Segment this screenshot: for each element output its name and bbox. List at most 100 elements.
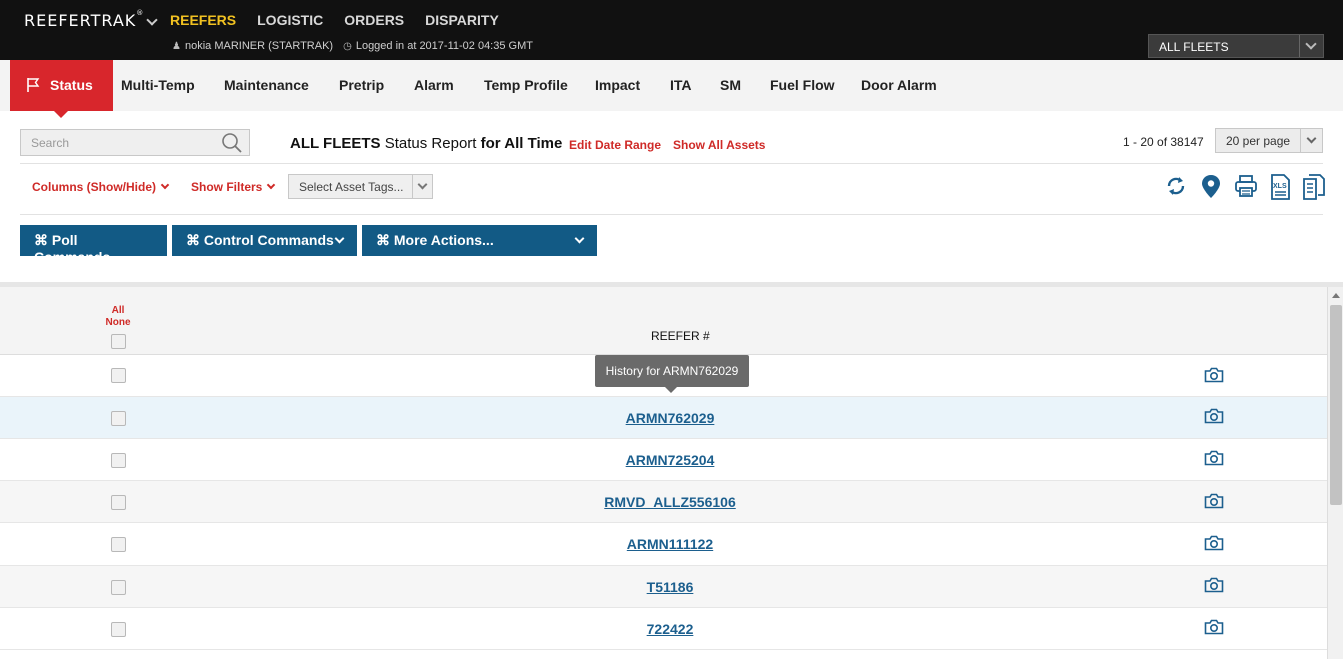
reefer-link[interactable]: RMVD_ALLZ556106 [0,494,1340,510]
search-placeholder: Search [31,136,70,150]
camera-icon[interactable] [1204,408,1224,424]
chevron-down-icon[interactable] [1299,35,1323,57]
report-fleet: ALL FLEETS [290,135,381,152]
reefer-link[interactable]: ARMN725204 [0,452,1340,468]
tab-multi-temp[interactable]: Multi-Temp [121,60,195,111]
select-all-checkbox[interactable] [111,334,126,349]
tab-maintenance[interactable]: Maintenance [224,60,309,111]
table-row: RMVD_ALLZ556106 [0,481,1327,523]
svg-text:XLS: XLS [1273,183,1287,190]
show-all-assets-link[interactable]: Show All Assets [673,138,765,152]
report-title: ALL FLEETS Status Report for All Time [290,135,562,152]
tab-alarm[interactable]: Alarm [414,60,454,111]
select-all-link[interactable]: All [100,305,136,317]
result-count: 1 - 20 of 38147 [1123,135,1204,149]
fleet-select[interactable]: ALL FLEETS [1148,34,1324,58]
brand-logo[interactable]: REEFERTRAK® [24,9,145,30]
flag-icon [27,78,40,92]
control-commands-button[interactable]: ⌘ Control Commands [172,225,357,256]
columns-toggle[interactable]: Columns (Show/Hide) [32,180,170,194]
show-filters-toggle[interactable]: Show Filters [191,180,276,194]
history-tooltip: History for ARMN762029 [595,355,749,393]
per-page-select[interactable]: 20 per page [1215,128,1323,153]
show-filters-label: Show Filters [191,180,263,194]
chevron-down-icon [574,233,585,244]
per-page-value: 20 per page [1226,134,1291,148]
tab-impact[interactable]: Impact [595,60,640,111]
reefer-link[interactable]: 722422 [0,621,1340,637]
topnav-logistic[interactable]: LOGISTIC [257,12,323,28]
refresh-icon[interactable] [1165,174,1187,198]
scroll-up-arrow-icon[interactable] [1332,293,1340,298]
more-actions-button[interactable]: ⌘ More Actions... [362,225,597,256]
asset-tags-select[interactable]: Select Asset Tags... [288,174,433,199]
topnav-orders[interactable]: ORDERS [344,12,404,28]
clock-icon: ◷ [343,40,352,52]
topnav-disparity[interactable]: DISPARITY [425,12,499,28]
table-row: T51186 [0,566,1327,608]
chevron-down-icon[interactable] [1300,129,1322,152]
tab-status[interactable]: Status [10,60,113,118]
xls-export-icon[interactable]: XLS [1269,174,1291,200]
top-bar: REEFERTRAK® REEFERS LOGISTIC ORDERS DISP… [0,0,1343,60]
vertical-scrollbar[interactable] [1327,287,1343,659]
table-row: ARMN725204 [0,439,1327,481]
column-header-reefer[interactable]: REEFER # [651,329,710,343]
chevron-down-icon [267,180,276,190]
copy-icon[interactable] [1303,174,1325,200]
chevron-down-icon[interactable] [412,175,432,198]
divider [20,214,1323,215]
camera-icon[interactable] [1204,577,1224,593]
tab-ita[interactable]: ITA [670,60,692,111]
asset-tags-placeholder: Select Asset Tags... [299,180,404,194]
camera-icon[interactable] [1204,493,1224,509]
toolbar-icons: XLS [1165,174,1325,200]
reefer-link[interactable]: T51186 [0,579,1340,595]
edit-date-range-link[interactable]: Edit Date Range [569,138,661,152]
report-tabs: Status Multi-Temp Maintenance Pretrip Al… [0,60,1343,118]
table-header [0,287,1327,355]
tab-door-alarm[interactable]: Door Alarm [861,60,937,111]
select-none-link[interactable]: None [100,317,136,329]
user-icon: ♟ [172,40,181,52]
camera-icon[interactable] [1204,619,1224,635]
user-info: ♟ nokia MARINER (STARTRAK) ◷ Logged in a… [172,40,533,52]
brand-name: REEFERTRAK [24,11,137,30]
search-input[interactable]: Search [20,129,250,156]
reefer-link[interactable]: ARMN111122 [0,536,1340,552]
report-range: for All Time [480,135,563,152]
divider [20,163,1323,164]
poll-commands-button[interactable]: ⌘ Poll Commands [20,225,167,265]
user-name: nokia MARINER (STARTRAK) [184,40,334,52]
camera-icon[interactable] [1204,367,1224,383]
brand-mark: ® [136,9,145,17]
table-row: ARMN111122 [0,523,1327,566]
camera-icon[interactable] [1204,450,1224,466]
table-row: 722422 [0,608,1327,650]
more-actions-label: ⌘ More Actions... [376,232,494,248]
login-time: Logged in at 2017-11-02 04:35 GMT [355,40,533,52]
search-icon[interactable] [221,132,243,154]
scrollbar-thumb[interactable] [1330,305,1342,505]
chevron-down-icon [160,180,170,190]
report-name: Status Report [384,135,477,152]
tab-label: Status [50,77,93,93]
tab-pretrip[interactable]: Pretrip [339,60,384,111]
reefer-link[interactable]: ARMN762029 [0,410,1340,426]
tab-fuel-flow[interactable]: Fuel Flow [770,60,835,111]
map-pin-icon[interactable] [1201,174,1221,200]
control-commands-label: ⌘ Control Commands [186,232,334,248]
brand-chevron-down-icon[interactable] [146,14,158,26]
print-icon[interactable] [1234,174,1258,198]
table-row: ARMN762029 [0,397,1327,439]
camera-icon[interactable] [1204,535,1224,551]
fleet-select-value: ALL FLEETS [1159,40,1229,54]
chevron-down-icon [334,233,345,244]
columns-toggle-label: Columns (Show/Hide) [32,180,156,194]
tab-temp-profile[interactable]: Temp Profile [484,60,568,111]
row-checkbox[interactable] [111,368,126,383]
top-nav: REEFERS LOGISTIC ORDERS DISPARITY [170,12,520,28]
tab-sm[interactable]: SM [720,60,741,111]
topnav-reefers[interactable]: REEFERS [170,12,236,28]
select-all-none: All None [100,305,136,329]
